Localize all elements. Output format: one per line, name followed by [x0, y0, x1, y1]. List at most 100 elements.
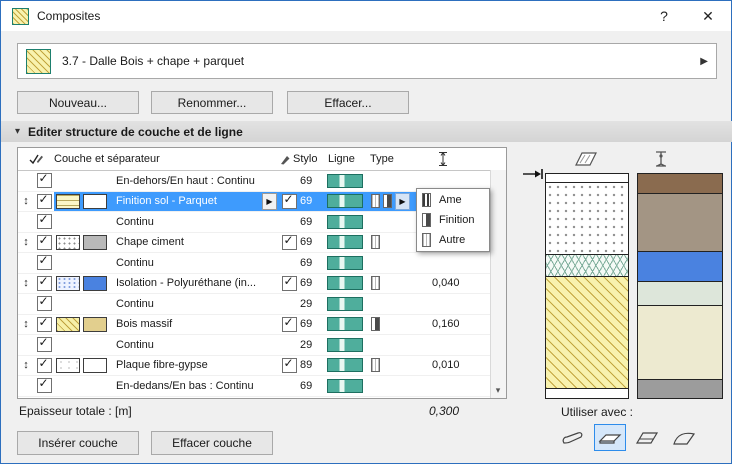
type-cell[interactable]: [368, 356, 424, 376]
layer-name-cell[interactable]: Chape ciment: [112, 233, 280, 253]
pen-check-cell[interactable]: [280, 274, 298, 294]
pen-number[interactable]: 69: [298, 212, 324, 232]
thickness-column-header[interactable]: [424, 148, 506, 170]
layer-flyout-button[interactable]: ▶: [262, 192, 277, 210]
layer-name-cell[interactable]: Finition sol - Parquet ▶: [112, 191, 280, 211]
type-dropdown-button[interactable]: ▶: [395, 192, 410, 210]
separator-name[interactable]: Continu: [112, 294, 280, 314]
separator-checkbox[interactable]: [34, 171, 54, 191]
pen-number[interactable]: 69: [298, 274, 324, 294]
separator-row[interactable]: Continu 69: [18, 253, 506, 274]
separator-name[interactable]: En-dedans/En bas : Continu: [112, 376, 280, 396]
help-button[interactable]: ?: [643, 1, 685, 31]
use-with-slab-button[interactable]: [594, 424, 626, 451]
separator-row[interactable]: En-dedans/En bas : Continu 69: [18, 376, 506, 397]
pen-column-header[interactable]: Stylo: [280, 148, 324, 170]
drag-handle[interactable]: ↕: [18, 192, 34, 212]
menu-item-ame[interactable]: Ame: [418, 190, 488, 210]
line-type-cell[interactable]: [324, 376, 368, 396]
layer-name-cell[interactable]: Bois massif: [112, 315, 280, 335]
pen-number[interactable]: 29: [298, 335, 324, 355]
separator-name[interactable]: Continu: [112, 335, 280, 355]
separator-name[interactable]: En-dehors/En haut : Continu: [112, 171, 280, 191]
delete-button[interactable]: Effacer...: [287, 91, 409, 114]
surface-view-button[interactable]: [643, 148, 679, 170]
use-with-roof-button[interactable]: [631, 424, 663, 451]
separator-checkbox[interactable]: [34, 335, 54, 355]
drag-handle[interactable]: ↕: [18, 356, 34, 376]
line-type-cell[interactable]: [324, 212, 368, 232]
swatch-cell[interactable]: [54, 233, 112, 253]
drag-handle[interactable]: ↕: [18, 274, 34, 294]
pen-number[interactable]: 69: [298, 376, 324, 396]
table-scrollbar[interactable]: ▾: [490, 170, 506, 398]
separator-name[interactable]: Continu: [112, 253, 280, 273]
rename-button[interactable]: Renommer...: [151, 91, 273, 114]
swatch-cell[interactable]: [54, 274, 112, 294]
close-button[interactable]: ✕: [687, 1, 729, 31]
line-type-cell[interactable]: [324, 294, 368, 314]
layer-checkbox[interactable]: [34, 233, 54, 253]
edit-structure-section-header[interactable]: ▾ Editer structure de couche et de ligne: [1, 121, 732, 142]
layer-name-cell[interactable]: Isolation - Polyuréthane (in...: [112, 274, 280, 294]
pen-number[interactable]: 29: [298, 294, 324, 314]
separator-checkbox[interactable]: [34, 294, 54, 314]
pen-check-header-cell[interactable]: [18, 148, 54, 170]
line-type-cell[interactable]: [324, 233, 368, 253]
line-column-header[interactable]: Ligne: [324, 148, 368, 170]
line-type-cell[interactable]: [324, 315, 368, 335]
use-with-shell-button[interactable]: [668, 424, 700, 451]
pen-number[interactable]: 69: [298, 233, 324, 253]
type-column-header[interactable]: Type: [368, 148, 424, 170]
pen-number[interactable]: 69: [298, 253, 324, 273]
composite-selector[interactable]: 3.7 - Dalle Bois + chape + parquet ▶: [17, 43, 717, 79]
separator-checkbox[interactable]: [34, 253, 54, 273]
menu-item-autre[interactable]: Autre: [418, 230, 488, 250]
layer-column-header[interactable]: Couche et séparateur: [54, 148, 280, 170]
line-type-cell[interactable]: [324, 274, 368, 294]
pen-check-cell[interactable]: [280, 233, 298, 253]
swatch-cell[interactable]: [54, 315, 112, 335]
title-bar[interactable]: Composites ? ✕: [1, 1, 731, 31]
scroll-down-icon[interactable]: ▾: [491, 383, 505, 398]
pen-check-cell[interactable]: [280, 356, 298, 376]
line-type-cell[interactable]: [324, 191, 368, 211]
layer-checkbox[interactable]: [34, 192, 54, 212]
separator-row[interactable]: Continu 29: [18, 335, 506, 356]
layer-row[interactable]: ↕ Isolation - Polyuréthane (in... 69 0,0…: [18, 274, 506, 294]
layer-checkbox[interactable]: [34, 356, 54, 376]
delete-skin-button[interactable]: Effacer couche: [151, 431, 273, 455]
core-skin-icon: [422, 193, 431, 207]
line-type-cell[interactable]: [324, 335, 368, 355]
layer-checkbox[interactable]: [34, 274, 54, 294]
type-cell[interactable]: [368, 315, 424, 335]
separator-row[interactable]: Continu 29: [18, 294, 506, 315]
pen-number[interactable]: 69: [298, 315, 324, 335]
drag-handle[interactable]: ↕: [18, 233, 34, 253]
use-with-wall-button[interactable]: [557, 424, 589, 451]
pen-check-cell[interactable]: [280, 191, 298, 211]
pen-number[interactable]: 89: [298, 356, 324, 376]
insert-skin-button[interactable]: Insérer couche: [17, 431, 139, 455]
pen-number[interactable]: 69: [298, 171, 324, 191]
line-type-cell[interactable]: [324, 356, 368, 376]
layer-row[interactable]: ↕ Plaque fibre-gypse 89 0,010: [18, 356, 506, 376]
layer-name-cell[interactable]: Plaque fibre-gypse: [112, 356, 280, 376]
cut-fill-view-button[interactable]: [567, 148, 603, 170]
layer-checkbox[interactable]: [34, 315, 54, 335]
drag-handle[interactable]: ↕: [18, 315, 34, 335]
new-button[interactable]: Nouveau...: [17, 91, 139, 114]
swatch-cell[interactable]: [54, 191, 112, 211]
separator-checkbox[interactable]: [34, 376, 54, 396]
swatch-cell[interactable]: [54, 356, 112, 376]
line-type-cell[interactable]: [324, 171, 368, 191]
separator-checkbox[interactable]: [34, 212, 54, 232]
reference-side-arrow[interactable]: [522, 168, 544, 183]
menu-item-finition[interactable]: Finition: [418, 210, 488, 230]
type-cell[interactable]: [368, 274, 424, 294]
layer-row[interactable]: ↕ Bois massif 69 0,160: [18, 315, 506, 335]
pen-number[interactable]: 69: [298, 191, 324, 211]
pen-check-cell[interactable]: [280, 315, 298, 335]
separator-name[interactable]: Continu: [112, 212, 280, 232]
line-type-cell[interactable]: [324, 253, 368, 273]
